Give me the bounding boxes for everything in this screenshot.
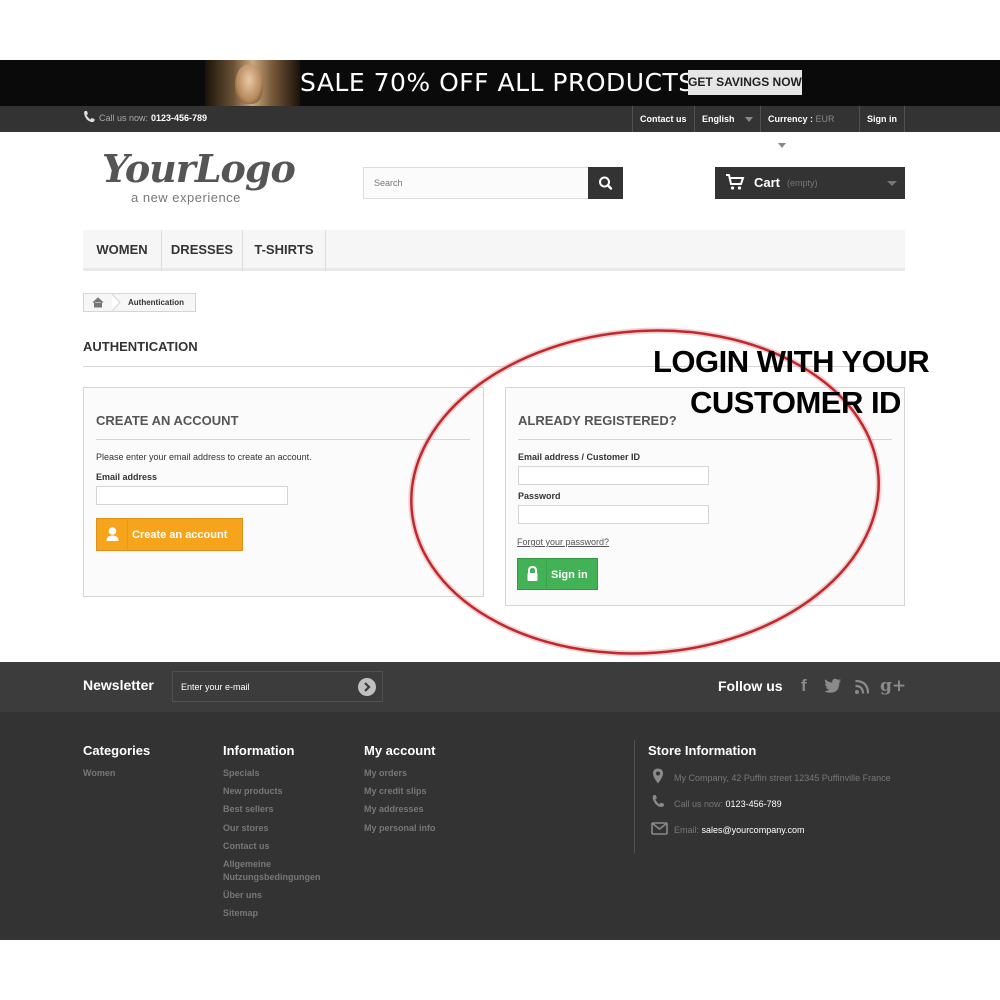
footer-link-credit-slips[interactable]: My credit slips	[364, 785, 427, 798]
breadcrumb-separator	[112, 294, 121, 311]
get-savings-button[interactable]: GET SAVINGS NOW	[688, 70, 802, 95]
create-email-input[interactable]	[97, 487, 287, 504]
store-email: Email: sales@yourcompany.com	[674, 825, 805, 835]
footer-link-about-us[interactable]: Über uns	[223, 889, 262, 902]
call-us-label: Call us now:	[99, 113, 149, 123]
footer-link-addresses[interactable]: My addresses	[364, 803, 424, 816]
envelope-icon	[651, 822, 668, 840]
create-account-label: Create an account	[132, 529, 228, 541]
breadcrumb: Authentication	[83, 293, 196, 312]
page-title: AUTHENTICATION	[83, 339, 198, 354]
banner-headline: SALE 70% OFF ALL PRODUCTS	[300, 68, 695, 97]
newsletter-title: Newsletter	[83, 677, 154, 693]
cart-label: Cart	[754, 175, 781, 190]
sign-in-link[interactable]: Sign in	[859, 106, 905, 132]
phone-icon	[651, 794, 665, 813]
currency-label: Currency :	[768, 114, 814, 124]
menu-item-women[interactable]: WOMEN	[83, 230, 162, 271]
store-phone-label: Call us now:	[674, 799, 724, 809]
page-root: SALE 70% OFF ALL PRODUCTS GET SAVINGS NO…	[0, 0, 1000, 1000]
store-info-divider	[634, 740, 635, 853]
home-icon	[92, 297, 104, 308]
chevron-down-icon	[778, 143, 786, 149]
footer-link-our-stores[interactable]: Our stores	[223, 822, 269, 835]
footer-store-title: Store Information	[648, 743, 757, 758]
menu-item-dresses[interactable]: DRESSES	[162, 230, 243, 271]
google-plus-icon[interactable]: g+	[880, 676, 906, 696]
search-field[interactable]	[363, 167, 589, 199]
cart-button[interactable]: Cart (empty)	[715, 167, 905, 199]
store-logo[interactable]: YourLogo	[102, 146, 296, 191]
footer-my-account-title: My account	[364, 743, 436, 758]
breadcrumb-current: Authentication	[128, 298, 184, 307]
footer-information-title: Information	[223, 743, 295, 758]
annotation-text-line1: LOGIN WITH YOUR	[653, 344, 930, 379]
annotation-text-line2: CUSTOMER ID	[690, 385, 901, 420]
follow-us-title: Follow us	[718, 678, 783, 694]
store-address: My Company, 42 Puffin street 12345 Puffi…	[674, 773, 891, 783]
contact-us-link[interactable]: Contact us	[632, 106, 694, 132]
currency-selector[interactable]: Currency : EUR	[760, 106, 859, 149]
store-email-label: Email:	[674, 825, 700, 835]
rss-icon[interactable]	[854, 679, 870, 700]
store-email-address[interactable]: sales@yourcompany.com	[702, 825, 805, 835]
facebook-icon[interactable]: f	[801, 676, 807, 696]
language-selector[interactable]: English	[694, 106, 760, 132]
twitter-icon[interactable]	[824, 678, 842, 699]
footer-link-specials[interactable]: Specials	[223, 767, 260, 780]
footer-link-personal-info[interactable]: My personal info	[364, 822, 436, 835]
footer-link-sitemap[interactable]: Sitemap	[223, 907, 258, 920]
breadcrumb-home[interactable]	[84, 294, 112, 311]
newsletter-email-field[interactable]: Enter your e-mail	[172, 671, 383, 702]
chevron-down-icon	[744, 117, 753, 123]
chevron-down-icon	[887, 181, 897, 186]
call-us-number: 0123-456-789	[151, 113, 208, 123]
footer-link-terms[interactable]: Allgemeine Nutzungsbedingungen	[223, 858, 333, 884]
language-label: English	[702, 114, 735, 124]
banner-model-photo	[205, 60, 300, 106]
footer-link-best-sellers[interactable]: Best sellers	[223, 803, 274, 816]
create-account-title: CREATE AN ACCOUNT	[96, 413, 239, 428]
store-phone-number: 0123-456-789	[725, 799, 782, 809]
cart-status: (empty)	[787, 178, 818, 188]
map-marker-icon	[652, 768, 664, 789]
newsletter-placeholder: Enter your e-mail	[181, 682, 250, 692]
promo-banner[interactable]: SALE 70% OFF ALL PRODUCTS	[0, 60, 1000, 106]
phone-icon	[83, 110, 95, 124]
sign-in-label: Sign in	[867, 114, 897, 124]
footer-link-my-orders[interactable]: My orders	[364, 767, 407, 780]
footer-link-new-products[interactable]: New products	[223, 785, 283, 798]
logo-tagline: a new experience	[131, 190, 241, 205]
menu-item-tshirts[interactable]: T-SHIRTS	[243, 230, 326, 271]
search-input[interactable]	[364, 168, 588, 198]
search-icon	[599, 176, 613, 190]
chevron-right-icon	[364, 682, 371, 692]
footer-categories-title: Categories	[83, 743, 151, 758]
cart-icon	[726, 174, 745, 190]
create-email-field[interactable]	[96, 486, 288, 505]
search-button[interactable]	[588, 167, 623, 199]
store-phone: Call us now: 0123-456-789	[674, 799, 782, 809]
create-account-button[interactable]: Create an account	[96, 518, 243, 551]
newsletter-submit-button[interactable]	[358, 678, 376, 696]
contact-us-label: Contact us	[640, 114, 687, 124]
create-account-instructions: Please enter your email address to creat…	[96, 452, 312, 462]
user-icon	[97, 519, 128, 550]
currency-value: EUR	[815, 114, 835, 124]
footer-link-women[interactable]: Women	[83, 767, 115, 780]
create-email-label: Email address	[96, 472, 158, 482]
footer-link-contact-us[interactable]: Contact us	[223, 840, 270, 853]
